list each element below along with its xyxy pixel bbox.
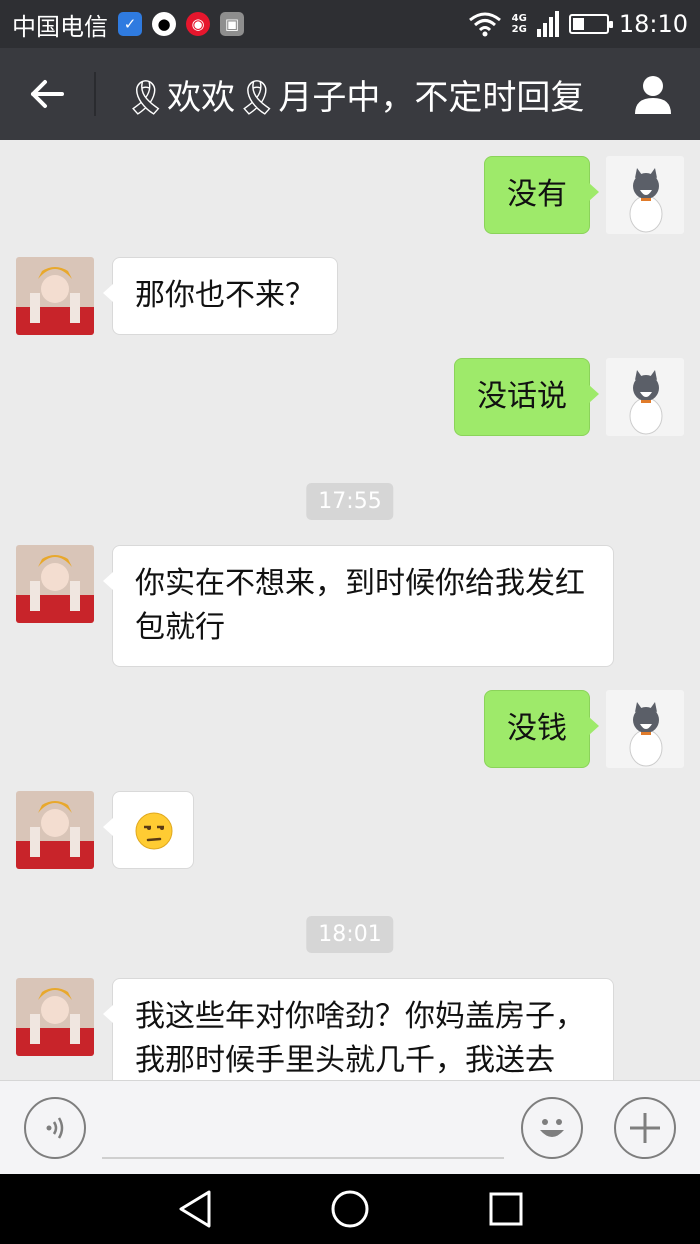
bride-avatar-image — [16, 545, 94, 623]
clock: 18:10 — [618, 10, 688, 38]
input-bar — [0, 1080, 700, 1174]
message-row: 😒 — [0, 791, 700, 871]
signal-bars-icon — [536, 11, 559, 37]
person-icon — [635, 76, 671, 114]
my-avatar[interactable] — [606, 358, 684, 436]
battery-fill — [572, 18, 584, 30]
wifi-icon — [468, 12, 501, 37]
outgoing-message-bubble[interactable]: 没有 — [484, 156, 599, 234]
more-button[interactable] — [614, 1097, 676, 1159]
incoming-message-bubble[interactable]: 我这些年对你啥劲？你妈盖房子， 我那时候手里头就几千，我送去 — [103, 978, 614, 1080]
qq-icon: ● — [152, 12, 176, 36]
triangle-back-icon — [179, 1190, 211, 1228]
voice-button[interactable] — [24, 1097, 86, 1159]
outgoing-message-bubble[interactable]: 没话说 — [454, 358, 599, 436]
cat-avatar-image — [606, 156, 684, 234]
contact-avatar[interactable] — [16, 257, 94, 335]
message-row: 没有 — [0, 156, 700, 236]
incoming-message-bubble[interactable]: 你实在不想来，到时候你给我发红 包就行 — [103, 545, 614, 667]
message-input[interactable] — [102, 1157, 504, 1159]
circle-home-icon — [331, 1190, 369, 1228]
system-navigation-bar — [0, 1174, 700, 1244]
back-button[interactable] — [0, 48, 94, 140]
carrier-name: 中国电信 — [12, 12, 108, 41]
bride-avatar-image — [16, 791, 94, 869]
nav-recents-button[interactable] — [486, 1189, 526, 1229]
bride-avatar-image — [16, 257, 94, 335]
message-row: 没钱 — [0, 690, 700, 770]
profile-button[interactable] — [606, 48, 700, 140]
message-row: 没话说 — [0, 358, 700, 438]
nav-back-button[interactable] — [175, 1189, 215, 1229]
timestamp-divider: 18:01 — [306, 916, 394, 953]
signal-indicator: 4G 2G — [512, 13, 527, 35]
battery-icon — [568, 14, 613, 34]
message-row: 你实在不想来，到时候你给我发红 包就行 — [0, 545, 700, 667]
message-list[interactable]: 没有 那你也不来？ 没话说 17:55 你实在不想来，到时候你给我发红 包就行 … — [0, 140, 700, 1080]
outgoing-message-bubble[interactable]: 没钱 — [484, 690, 599, 768]
my-avatar[interactable] — [606, 156, 684, 234]
message-row: 我这些年对你啥劲？你妈盖房子， 我那时候手里头就几千，我送去 — [0, 978, 700, 1080]
weibo-icon: ◉ — [186, 12, 210, 36]
incoming-emoji-bubble[interactable]: 😒 — [103, 791, 194, 869]
emoji-button[interactable] — [521, 1097, 583, 1159]
chat-title: 🎗欢欢🎗月子中，不定时回复 — [124, 77, 585, 118]
emoji-icon — [540, 1119, 564, 1137]
contact-avatar[interactable] — [16, 978, 94, 1056]
square-recents-icon — [489, 1192, 523, 1226]
plus-icon — [630, 1113, 660, 1143]
network-type-top: 4G — [511, 13, 527, 24]
back-arrow-icon — [31, 80, 64, 108]
timestamp-divider: 17:55 — [306, 483, 394, 520]
contact-avatar[interactable] — [16, 545, 94, 623]
my-avatar[interactable] — [606, 690, 684, 768]
shield-icon: ✓ — [118, 12, 142, 36]
message-row: 那你也不来？ — [0, 257, 700, 337]
voice-icon — [46, 1117, 64, 1139]
chat-header: 🎗欢欢🎗月子中，不定时回复 — [0, 48, 700, 140]
status-bar: 中国电信 ✓ ● ◉ ▣ 4G 2G 18:10 — [0, 0, 700, 48]
network-type-bottom: 2G — [511, 24, 527, 35]
incoming-message-bubble[interactable]: 那你也不来？ — [103, 257, 338, 335]
bride-avatar-image — [16, 978, 94, 1056]
cat-avatar-image — [606, 358, 684, 436]
unamused-face-icon — [135, 812, 173, 850]
contact-avatar[interactable] — [16, 791, 94, 869]
image-notification-icon: ▣ — [220, 12, 244, 36]
cat-avatar-image — [606, 690, 684, 768]
nav-home-button[interactable] — [330, 1189, 370, 1229]
